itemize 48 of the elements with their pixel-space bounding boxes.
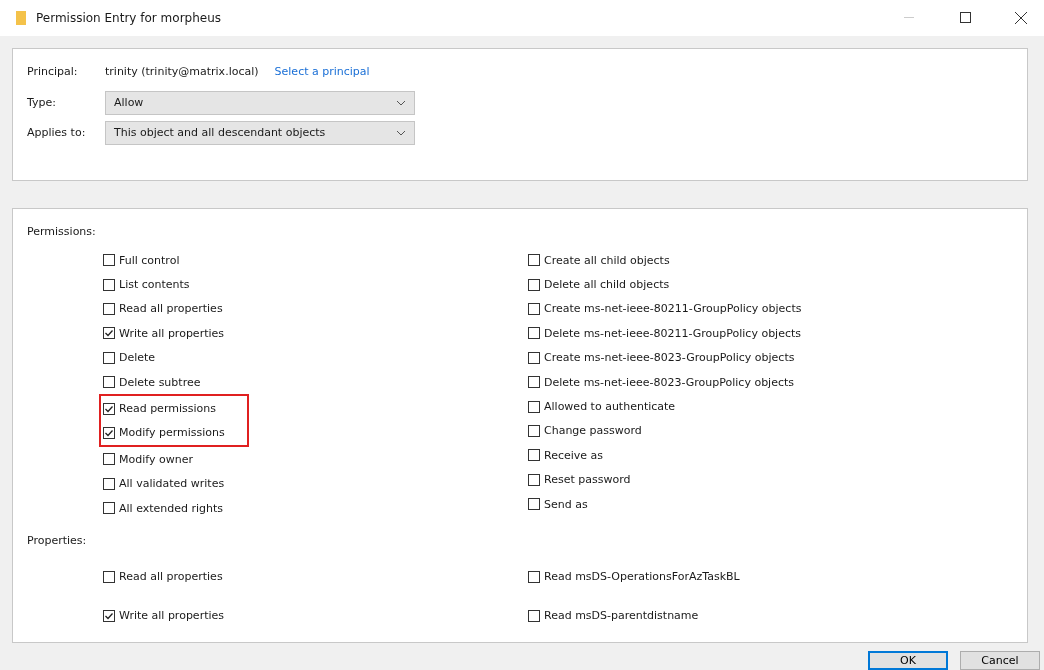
section-label: Permissions:	[27, 225, 97, 238]
permission-checkbox[interactable]: Modify permissions	[103, 420, 225, 446]
permission-checkbox[interactable]: Receive as	[528, 443, 1013, 468]
ok-button[interactable]: OK	[868, 651, 948, 670]
permission-checkbox[interactable]: Delete subtree	[103, 369, 528, 395]
permission-checkbox[interactable]: Create ms-net-ieee-8023-GroupPolicy objects	[528, 345, 1013, 370]
type-dropdown[interactable]: Allow	[105, 90, 415, 115]
permission-checkbox[interactable]: Send as	[528, 491, 1013, 517]
check-icon	[104, 610, 114, 621]
permission-checkbox[interactable]: Delete ms-net-ieee-8023-GroupPolicy objects	[528, 369, 1013, 395]
chevron-down-icon	[396, 129, 406, 136]
select-principal-link[interactable]: Select a principal	[274, 65, 370, 79]
check-icon	[104, 403, 114, 414]
permission-checkbox[interactable]: Modify owner	[103, 447, 528, 472]
permission-checkbox[interactable]: Delete	[103, 345, 528, 370]
close-icon	[1015, 11, 1027, 24]
window-title: Permission Entry for morpheus	[36, 10, 223, 25]
permission-checkbox[interactable]: Full control	[103, 248, 528, 273]
permission-checkbox[interactable]: Write all properties	[103, 596, 528, 636]
permission-checkbox[interactable]: Reset password	[528, 467, 1013, 492]
permission-checkbox[interactable]: Allowed to authenticate	[528, 394, 1013, 419]
permission-checkbox[interactable]: List contents	[103, 272, 528, 297]
chevron-down-icon	[396, 99, 406, 106]
cancel-button[interactable]: Cancel	[960, 651, 1040, 670]
folder-icon	[16, 10, 26, 25]
permission-checkbox[interactable]: Delete ms-net-ieee-80211-GroupPolicy objects	[528, 321, 1013, 346]
permission-checkbox[interactable]: All validated writes	[103, 471, 528, 496]
applies-to-dropdown[interactable]: This object and all descendant objects	[105, 120, 415, 145]
permission-checkbox[interactable]: Change password	[528, 418, 1013, 444]
field-label: Principal:	[27, 65, 79, 79]
minimize-icon	[904, 16, 914, 19]
permission-checkbox[interactable]: All extended rights	[103, 495, 528, 521]
permission-checkbox[interactable]: Read msDS-parentdistname	[528, 596, 1013, 636]
field-label: Applies to:	[27, 126, 87, 140]
check-icon	[104, 427, 114, 438]
field-label: Type:	[27, 96, 57, 110]
permission-checkbox[interactable]: Read all properties	[103, 296, 528, 322]
permission-checkbox[interactable]: Create ms-net-ieee-80211-GroupPolicy objects	[528, 296, 1013, 322]
principal-name: trinity (trinity@matrix.local)	[105, 65, 259, 79]
permission-checkbox[interactable]: Write all properties	[103, 321, 528, 346]
permission-checkbox[interactable]: Create all child objects	[528, 248, 1013, 273]
permission-checkbox[interactable]: Read permissions	[103, 396, 216, 421]
permission-checkbox[interactable]: Read all properties	[103, 557, 528, 597]
maximize-icon	[959, 12, 971, 24]
permission-checkbox[interactable]: Delete all child objects	[528, 272, 1013, 297]
section-label: Properties:	[27, 534, 88, 548]
permission-checkbox[interactable]: Read msDS-OperationsForAzTaskBL	[528, 557, 1013, 597]
check-icon	[104, 328, 114, 339]
